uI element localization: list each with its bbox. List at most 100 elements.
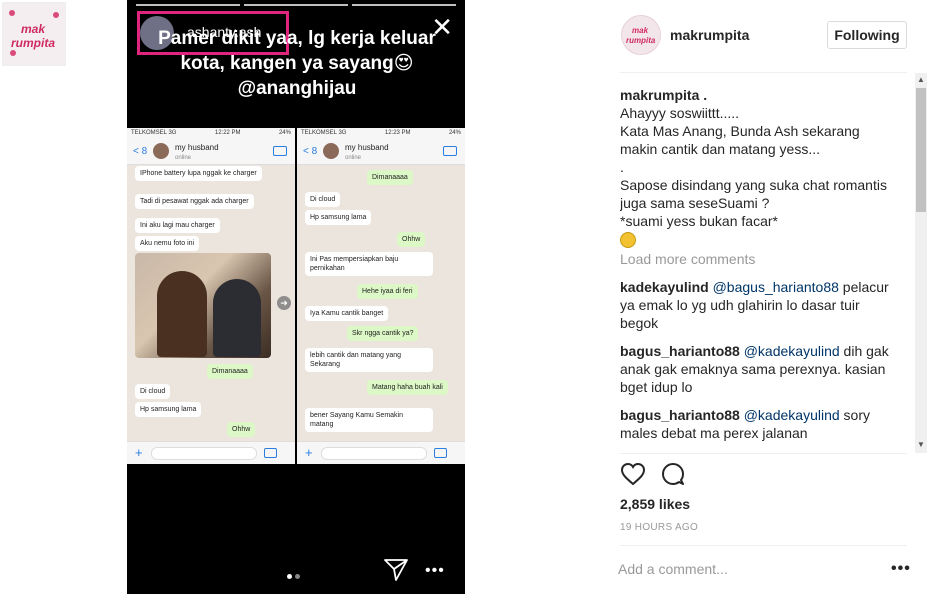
carousel-dot-active [287, 574, 292, 579]
carousel-dot [295, 574, 300, 579]
caption-username-text[interactable]: makrumpita . [620, 87, 707, 103]
add-comment-input[interactable] [618, 558, 878, 580]
scroll-up-icon[interactable]: ▲ [915, 75, 927, 85]
chat-bubble-in: Di cloud [135, 384, 171, 399]
caption-line: juga sama seseSuami ? [620, 195, 770, 211]
comment-text-line: males debat ma perex jalanan [620, 425, 808, 442]
comment-bubble-icon[interactable] [660, 462, 686, 486]
chat-bubble-in: Di cloud [305, 192, 341, 207]
share-arrow-icon: ➜ [277, 296, 291, 310]
chat-bubble-in: Aku nemu foto ini [135, 236, 200, 251]
video-call-icon [273, 146, 287, 156]
chat-header: < 8 my husband online [127, 138, 295, 165]
story-progress [136, 4, 456, 6]
status-bar: TELKOMSEL 3G 12:23 PM 24% [297, 128, 465, 138]
logo-icon: mak rumpita [9, 10, 59, 56]
caption-line: Sapose disindang yang suka chat romantis [620, 177, 887, 193]
divider [620, 545, 907, 546]
chat-bubble-in: Hp samsung lama [135, 402, 202, 417]
comment-username[interactable]: kadekayulind [620, 279, 709, 295]
comment-text-line: ya emak lo yg udh glahirin lo dasar tuir [620, 297, 860, 314]
comment-text-line: anak gak emaknya sama perexnya. kasian [620, 361, 886, 378]
chat-bubble-in: Iya Kamu cantik banget [305, 306, 389, 321]
chat-bubble-in: bener Sayang Kamu Semakin matang [305, 408, 433, 432]
chat-photo [135, 253, 271, 358]
comment-username[interactable]: bagus_harianto88 [620, 343, 740, 359]
comment-mention[interactable]: @kadekayulind [744, 407, 840, 423]
chat-screenshot-left: TELKOMSEL 3G 12:22 PM 24% < 8 my husband… [127, 128, 295, 464]
contact-avatar [323, 143, 339, 159]
avatar-logo-icon: mak rumpita [626, 26, 656, 45]
caption-emoji [620, 230, 910, 249]
caption-line: Kata Mas Anang, Bunda Ash sekarang [620, 123, 860, 139]
chat-bubble-out: Dimanaaaa [367, 170, 413, 185]
contact-name: my husband online [175, 143, 219, 161]
chat-input-field [321, 447, 427, 460]
comments-section: makrumpita . Ahayyy soswiittt..... Kata … [620, 86, 910, 452]
photo-woman [157, 271, 207, 357]
post-media[interactable]: ashanty.ash ✕ Pamer dikit yaa, lg kerja … [127, 0, 465, 594]
comment-username[interactable]: bagus_harianto88 [620, 407, 740, 423]
comment-text: dih gak [839, 343, 889, 360]
contact-status: online [345, 155, 362, 161]
status-bar: TELKOMSEL 3G 12:22 PM 24% [127, 128, 295, 138]
svg-text:rumpita: rumpita [626, 36, 656, 45]
carrier-text: TELKOMSEL 3G [301, 130, 347, 136]
direct-send-icon [384, 559, 408, 581]
header-username[interactable]: makrumpita [670, 27, 749, 43]
svg-text:rumpita: rumpita [11, 36, 55, 50]
scroll-down-icon[interactable]: ▼ [915, 440, 927, 450]
carrier-text: TELKOMSEL 3G [131, 130, 177, 136]
chat-bubble-in: IPhone battery lupa nggak ke charger [135, 166, 262, 181]
comment-text: pelacur [838, 279, 889, 296]
scrollbar-thumb[interactable] [916, 88, 926, 212]
battery-text: 24% [448, 130, 461, 136]
chat-bubble-out: Hehe iyaa di feri [357, 284, 418, 299]
divider [620, 72, 907, 73]
profile-avatar[interactable]: mak rumpita [621, 15, 661, 55]
contact-avatar [153, 143, 169, 159]
back-icon: < 8 [133, 146, 148, 157]
svg-text:mak: mak [632, 26, 649, 35]
caption-username[interactable]: makrumpita . [620, 86, 910, 104]
chat-input-bar: + [297, 441, 465, 464]
like-heart-icon[interactable] [620, 462, 646, 486]
svg-text:mak: mak [21, 22, 46, 36]
status-time: 12:23 PM [384, 130, 411, 136]
comment-item: bagus_harianto88 @kadekayulind dih gak a… [620, 342, 910, 396]
grin-emoji-icon [620, 232, 636, 249]
chat-input-field [151, 447, 257, 460]
chat-bubble-in: lebih cantik dan matang yang Sekarang [305, 348, 433, 372]
chat-screenshots: TELKOMSEL 3G 12:22 PM 24% < 8 my husband… [127, 128, 465, 464]
likes-count[interactable]: 2,859 likes [620, 496, 690, 512]
caption-line: . [620, 159, 624, 175]
photo-man [213, 279, 261, 357]
carousel-dots [287, 574, 300, 579]
comment-item: bagus_harianto88 @kadekayulind sory male… [620, 406, 910, 442]
following-button[interactable]: Following [827, 21, 907, 49]
comment-mention[interactable]: @bagus_harianto88 [713, 279, 839, 295]
story-more-icon: ••• [425, 562, 445, 579]
status-time: 12:22 PM [214, 130, 241, 136]
chat-screenshot-right: TELKOMSEL 3G 12:23 PM 24% < 8 my husband… [297, 128, 465, 464]
plus-icon: + [305, 445, 313, 460]
more-options-icon[interactable]: ••• [891, 560, 911, 578]
comment-item: kadekayulind @bagus_harianto88 pelacur y… [620, 278, 910, 332]
caption-line: makin cantik dan matang yess... [620, 141, 820, 157]
load-more-comments[interactable]: Load more comments [620, 250, 910, 268]
video-call-icon [443, 146, 457, 156]
post-time[interactable]: 19 HOURS AGO [620, 522, 698, 533]
brand-logo[interactable]: mak rumpita [2, 2, 66, 66]
story-caption: Pamer dikit yaa, lg kerja keluar kota, k… [158, 28, 436, 99]
camera-icon [434, 448, 447, 458]
comment-text: sory [839, 407, 870, 424]
chat-bubble-out: Ohhw [227, 422, 256, 437]
comment-text-line: bget idup lo [620, 379, 693, 396]
contact-name-text: my husband [175, 143, 219, 152]
chat-bubble-in: Hp samsung lama [305, 210, 372, 225]
battery-text: 24% [278, 130, 291, 136]
divider [620, 453, 907, 454]
contact-status: online [175, 155, 192, 161]
chat-bubble-in: Tadi di pesawat nggak ada charger [135, 194, 254, 209]
comment-mention[interactable]: @kadekayulind [744, 343, 840, 359]
